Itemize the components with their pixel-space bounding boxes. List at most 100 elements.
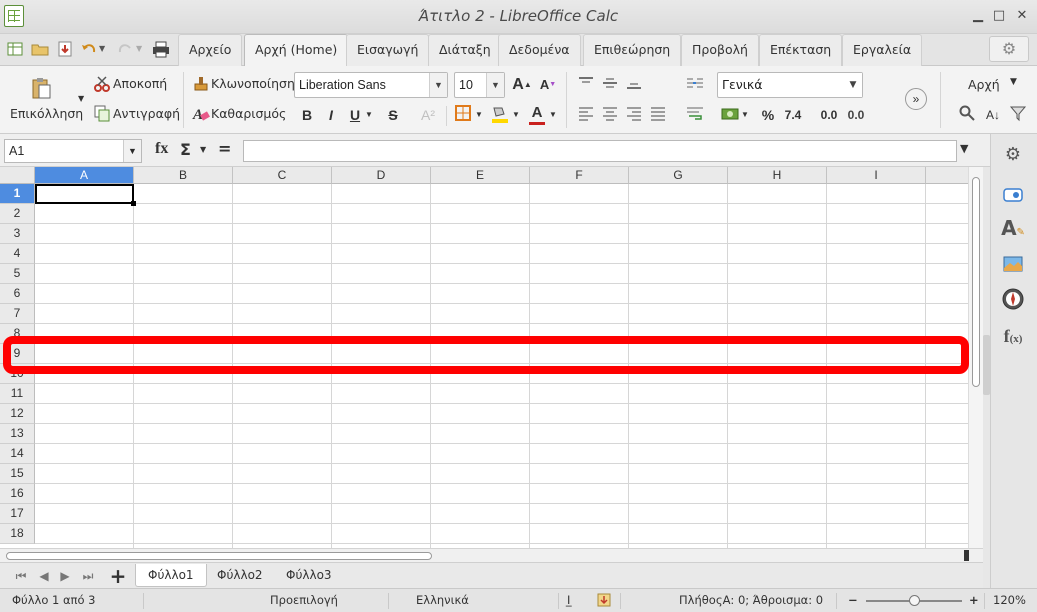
tab-tools[interactable]: Εργαλεία: [842, 34, 923, 66]
row-header-6[interactable]: 6: [0, 284, 35, 304]
clear-button[interactable]: Καθαρισμός: [211, 106, 286, 121]
undo-icon[interactable]: [80, 40, 98, 58]
align-left-icon[interactable]: [575, 104, 597, 126]
font-color-icon[interactable]: A: [526, 102, 548, 125]
minimize-button[interactable]: ▁: [970, 8, 986, 24]
expand-formula-icon[interactable]: ▼: [960, 142, 968, 155]
column-header-d[interactable]: D: [332, 167, 431, 184]
sum-icon[interactable]: Σ: [180, 140, 191, 159]
underline-dropdown-icon[interactable]: ▼: [364, 104, 374, 126]
paste-icon[interactable]: [30, 76, 52, 100]
scissors-icon[interactable]: [93, 75, 111, 93]
borders-dropdown-icon[interactable]: ▼: [474, 104, 484, 126]
background-color-icon[interactable]: [489, 104, 511, 126]
borders-icon[interactable]: [452, 104, 474, 126]
column-header-g[interactable]: G: [629, 167, 728, 184]
row-header-15[interactable]: 15: [0, 464, 35, 484]
close-button[interactable]: ✕: [1014, 8, 1030, 24]
column-header-b[interactable]: B: [134, 167, 233, 184]
column-header-a[interactable]: A: [35, 167, 134, 184]
column-header-f[interactable]: F: [530, 167, 629, 184]
row-header-18[interactable]: 18: [0, 524, 35, 544]
percent-button[interactable]: %: [757, 104, 779, 126]
open-folder-icon[interactable]: [31, 40, 49, 58]
scrollbar-split-handle[interactable]: [964, 550, 969, 561]
row-header-3[interactable]: 3: [0, 224, 35, 244]
paste-dropdown-icon[interactable]: ▼: [78, 94, 84, 103]
vertical-scrollbar[interactable]: [968, 167, 983, 548]
row-header-1[interactable]: 1: [0, 184, 35, 204]
gallery-icon[interactable]: [1001, 253, 1025, 277]
align-center-icon[interactable]: [599, 104, 621, 126]
copy-button[interactable]: Αντιγραφή: [113, 106, 180, 121]
name-box[interactable]: A1 ▼: [4, 139, 142, 163]
vertical-scrollbar-thumb[interactable]: [972, 177, 980, 387]
first-sheet-icon[interactable]: ⏮: [12, 567, 30, 585]
align-right-icon[interactable]: [623, 104, 645, 126]
bold-button[interactable]: B: [296, 104, 318, 126]
sort-icon[interactable]: A↓: [982, 104, 1004, 126]
column-header-e[interactable]: E: [431, 167, 530, 184]
clone-button[interactable]: Κλωνοποίηση: [211, 76, 295, 91]
horizontal-scrollbar[interactable]: [0, 548, 983, 562]
horizontal-scrollbar-thumb[interactable]: [6, 552, 432, 560]
row-header-7[interactable]: 7: [0, 304, 35, 324]
styles-icon[interactable]: A✎: [1001, 216, 1025, 240]
row-header-14[interactable]: 14: [0, 444, 35, 464]
currency-dropdown-icon[interactable]: ▼: [740, 104, 750, 126]
sheet-tab-1[interactable]: Φύλλο1: [135, 564, 207, 587]
sheet-tab-3[interactable]: Φύλλο3: [274, 564, 344, 587]
maximize-button[interactable]: □: [991, 8, 1007, 24]
next-sheet-icon[interactable]: ▶: [56, 567, 74, 585]
print-icon[interactable]: [152, 40, 170, 58]
redo-dropdown-icon[interactable]: ▼: [136, 40, 146, 58]
tab-view[interactable]: Προβολή: [681, 34, 759, 66]
strikethrough-button[interactable]: S: [382, 104, 404, 126]
navigator-icon[interactable]: [1001, 287, 1025, 311]
tab-home[interactable]: Αρχή (Home): [244, 34, 349, 66]
currency-icon[interactable]: [719, 104, 741, 126]
row-header-17[interactable]: 17: [0, 504, 35, 524]
functions-icon[interactable]: f(x): [1001, 324, 1025, 348]
formula-input[interactable]: [243, 140, 957, 162]
properties-icon[interactable]: [1001, 184, 1025, 208]
paste-button[interactable]: Επικόλληση: [10, 106, 83, 121]
start-menu-label[interactable]: Αρχή: [968, 77, 1000, 92]
save-icon[interactable]: [56, 40, 74, 58]
active-cell-a1[interactable]: [35, 184, 136, 206]
sidebar-settings-gear-icon[interactable]: ⚙: [1001, 143, 1025, 167]
wrap-text-icon[interactable]: [684, 104, 706, 126]
zoom-in-icon[interactable]: +: [969, 593, 979, 607]
undo-dropdown-icon[interactable]: ▼: [99, 40, 109, 58]
add-sheet-icon[interactable]: +: [107, 565, 129, 587]
previous-sheet-icon[interactable]: ◀: [35, 567, 53, 585]
row-header-5[interactable]: 5: [0, 264, 35, 284]
background-color-dropdown-icon[interactable]: ▼: [511, 104, 521, 126]
tab-insert[interactable]: Εισαγωγή: [346, 34, 430, 66]
font-color-dropdown-icon[interactable]: ▼: [548, 104, 558, 126]
font-size-combo[interactable]: 10 ▼: [454, 72, 505, 98]
formula-equals-icon[interactable]: =: [218, 139, 231, 158]
sum-dropdown-icon[interactable]: ▼: [200, 145, 206, 154]
clone-formatting-icon[interactable]: [192, 75, 210, 93]
zoom-out-icon[interactable]: −: [848, 593, 858, 607]
clear-formatting-icon[interactable]: A: [192, 104, 210, 123]
insert-mode-icon[interactable]: I̲: [567, 593, 570, 607]
row-header-4[interactable]: 4: [0, 244, 35, 264]
autofilter-icon[interactable]: [1007, 104, 1029, 126]
align-top-icon[interactable]: [575, 74, 597, 96]
tab-extension[interactable]: Επέκταση: [759, 34, 843, 66]
tab-layout[interactable]: Διάταξη: [428, 34, 502, 66]
function-wizard-icon[interactable]: fx: [155, 140, 168, 158]
more-options-icon[interactable]: »: [905, 88, 927, 110]
shrink-font-icon[interactable]: A▼: [537, 74, 559, 96]
delete-decimal-button[interactable]: 0.0: [843, 104, 869, 126]
select-all-corner[interactable]: [0, 167, 35, 184]
last-sheet-icon[interactable]: ⏭: [79, 567, 97, 585]
align-bottom-icon[interactable]: [623, 74, 645, 96]
language-status[interactable]: Ελληνικά: [416, 593, 469, 607]
tab-data[interactable]: Δεδομένα: [498, 34, 581, 66]
menu-icon[interactable]: [6, 40, 24, 58]
notebookbar-settings-gear-icon[interactable]: ⚙: [989, 36, 1029, 62]
row-header-11[interactable]: 11: [0, 384, 35, 404]
